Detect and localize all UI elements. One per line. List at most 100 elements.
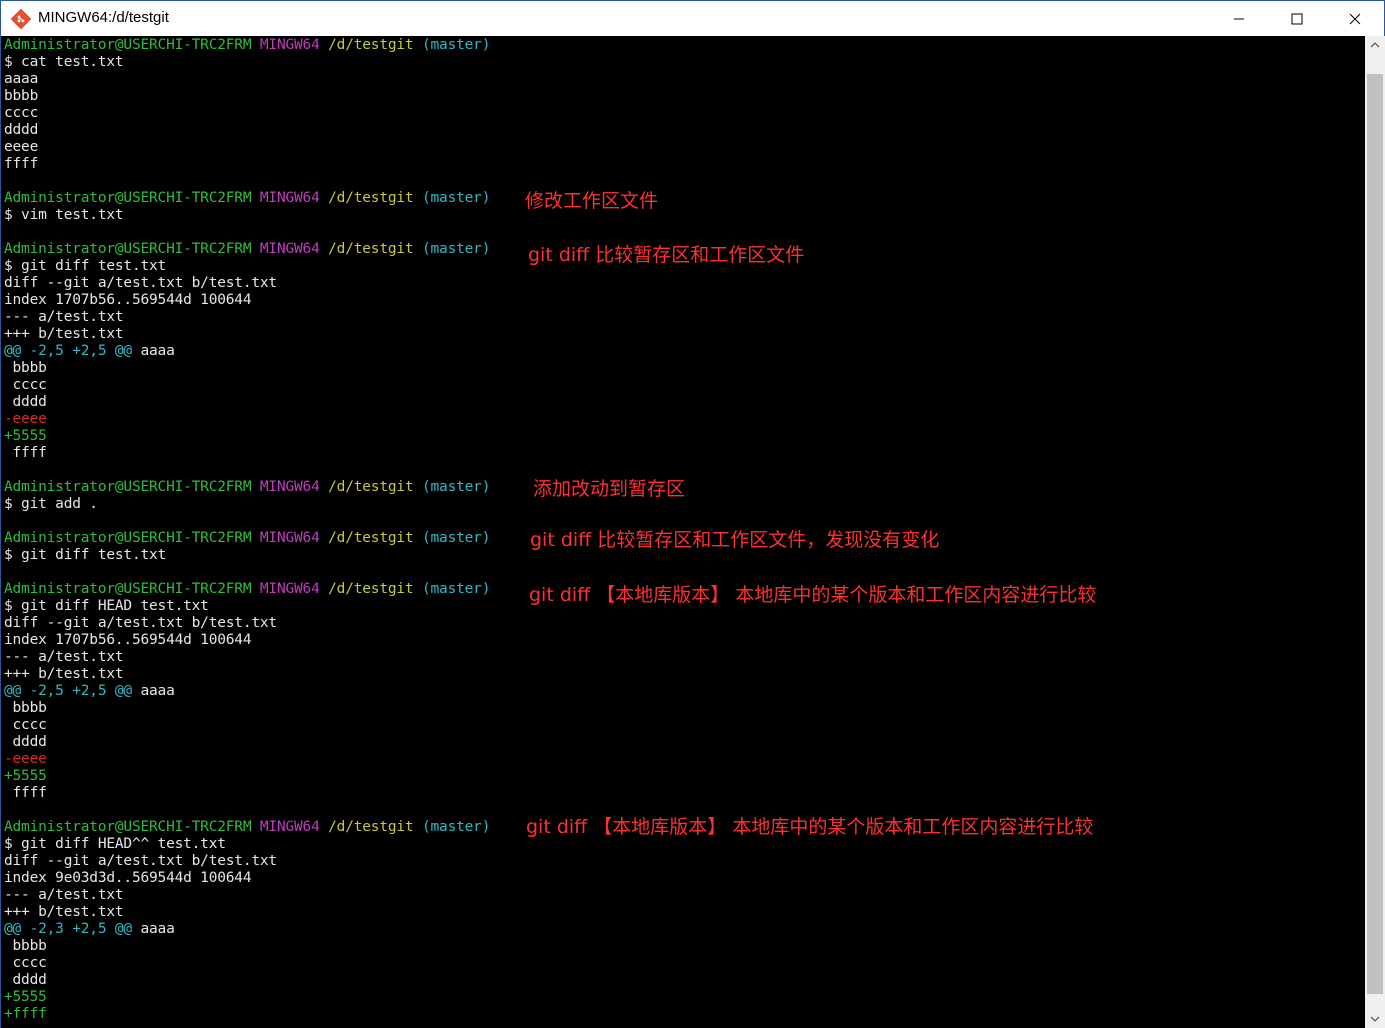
- prompt-user: Administrator@USERCHI-TRC2FRM: [4, 241, 252, 257]
- close-icon: [1349, 13, 1361, 24]
- window-title: MINGW64:/d/testgit: [38, 9, 169, 26]
- minimize-icon: [1234, 18, 1244, 19]
- diff-header-line: index 1707b56..569544d 100644: [4, 632, 252, 648]
- prompt-branch: (master): [422, 581, 491, 597]
- hunk-header: @@ -2,5 +2,5 @@: [4, 343, 132, 359]
- command-line: $ git add .: [4, 496, 98, 512]
- annotation-note: git diff 【本地库版本】 本地库中的某个版本和工作区内容进行比较: [526, 816, 1094, 838]
- prompt-branch: (master): [422, 479, 491, 495]
- prompt-user: Administrator@USERCHI-TRC2FRM: [4, 479, 252, 495]
- prompt-line: Administrator@USERCHI-TRC2FRM MINGW64 /d…: [4, 37, 490, 54]
- diff-header-line: index 9e03d3d..569544d 100644: [4, 870, 252, 886]
- annotation-note: git diff 比较暂存区和工作区文件，发现没有变化: [530, 529, 940, 551]
- diff-addition-line: +5555: [4, 768, 47, 784]
- diff-header-line: index 1707b56..569544d 100644: [4, 292, 252, 308]
- diff-header-line: --- a/test.txt: [4, 887, 124, 903]
- title-bar[interactable]: MINGW64:/d/testgit: [1, 1, 1384, 36]
- prompt-line: Administrator@USERCHI-TRC2FRM MINGW64 /d…: [4, 819, 490, 836]
- hunk-context: aaaa: [131, 683, 175, 699]
- diff-header-line: --- a/test.txt: [4, 649, 124, 665]
- scroll-down-button[interactable]: [1365, 1010, 1385, 1028]
- diff-context-line: bbbb: [4, 938, 47, 954]
- hunk-header: @@ -2,5 +2,5 @@: [4, 683, 132, 699]
- output-line: cccc: [4, 105, 39, 121]
- prompt-line: Administrator@USERCHI-TRC2FRM MINGW64 /d…: [4, 241, 490, 258]
- prompt-env: MINGW64: [259, 581, 320, 597]
- command-line: $ git diff HEAD test.txt: [4, 598, 209, 614]
- diff-context-line: cccc: [4, 717, 47, 733]
- output-line: ffff: [4, 156, 39, 172]
- diff-context-line: cccc: [4, 377, 47, 393]
- hunk-context: aaaa: [131, 921, 175, 937]
- diff-hunk-line: @@ -2,5 +2,5 @@ aaaa: [4, 683, 175, 700]
- diff-context-line: ffff: [4, 445, 47, 461]
- git-bash-icon: [11, 9, 31, 29]
- output-line: bbbb: [4, 88, 39, 104]
- scrollbar-thumb[interactable]: [1367, 74, 1383, 994]
- prompt-env: MINGW64: [259, 37, 320, 53]
- command-line: $ vim test.txt: [4, 207, 124, 223]
- prompt-env: MINGW64: [259, 530, 320, 546]
- minimize-button[interactable]: [1210, 1, 1268, 36]
- diff-header-line: +++ b/test.txt: [4, 904, 124, 920]
- prompt-branch: (master): [422, 530, 491, 546]
- diff-header-line: +++ b/test.txt: [4, 326, 124, 342]
- command-line: $ git diff HEAD^^ test.txt: [4, 836, 226, 852]
- diff-header-line: diff --git a/test.txt b/test.txt: [4, 615, 277, 631]
- diff-deletion-line: -eeee: [4, 751, 47, 767]
- annotation-note: 修改工作区文件: [525, 190, 659, 212]
- prompt-env: MINGW64: [259, 241, 320, 257]
- diff-hunk-line: @@ -2,3 +2,5 @@ aaaa: [4, 921, 175, 938]
- scroll-up-arrow-icon: [1370, 42, 1380, 48]
- diff-header-line: diff --git a/test.txt b/test.txt: [4, 275, 277, 291]
- maximize-button[interactable]: [1268, 1, 1326, 36]
- prompt-path: /d/testgit: [328, 581, 414, 597]
- diff-header-line: --- a/test.txt: [4, 309, 124, 325]
- prompt-line: Administrator@USERCHI-TRC2FRM MINGW64 /d…: [4, 581, 490, 598]
- prompt-line: Administrator@USERCHI-TRC2FRM MINGW64 /d…: [4, 530, 490, 547]
- maximize-icon: [1291, 13, 1303, 24]
- diff-context-line: ffff: [4, 785, 47, 801]
- prompt-line: Administrator@USERCHI-TRC2FRM MINGW64 /d…: [4, 479, 490, 496]
- prompt-env: MINGW64: [259, 479, 320, 495]
- diff-context-line: bbbb: [4, 360, 47, 376]
- command-line: $ git diff test.txt: [4, 258, 167, 274]
- prompt-env: MINGW64: [259, 190, 320, 206]
- diff-addition-line: +5555: [4, 989, 47, 1005]
- prompt-path: /d/testgit: [328, 819, 414, 835]
- diff-deletion-line: -eeee: [4, 411, 47, 427]
- diff-context-line: cccc: [4, 955, 47, 971]
- scroll-down-arrow-icon: [1370, 1016, 1380, 1022]
- prompt-env: MINGW64: [259, 819, 320, 835]
- diff-header-line: diff --git a/test.txt b/test.txt: [4, 853, 277, 869]
- diff-context-line: dddd: [4, 734, 47, 750]
- prompt-branch: (master): [422, 241, 491, 257]
- annotation-note: 添加改动到暂存区: [533, 478, 686, 500]
- diff-context-line: dddd: [4, 394, 47, 410]
- output-line: aaaa: [4, 71, 39, 87]
- diff-header-line: +++ b/test.txt: [4, 666, 124, 682]
- prompt-user: Administrator@USERCHI-TRC2FRM: [4, 819, 252, 835]
- prompt-path: /d/testgit: [328, 241, 414, 257]
- prompt-path: /d/testgit: [328, 190, 414, 206]
- prompt-user: Administrator@USERCHI-TRC2FRM: [4, 190, 252, 206]
- annotation-note: git diff 比较暂存区和工作区文件: [528, 244, 805, 266]
- diff-addition-line: +ffff: [4, 1006, 47, 1022]
- prompt-user: Administrator@USERCHI-TRC2FRM: [4, 581, 252, 597]
- prompt-branch: (master): [422, 37, 491, 53]
- prompt-user: Administrator@USERCHI-TRC2FRM: [4, 530, 252, 546]
- terminal-window: MINGW64:/d/testgit Administrator@USERCHI…: [0, 0, 1385, 1028]
- prompt-line: Administrator@USERCHI-TRC2FRM MINGW64 /d…: [4, 190, 490, 207]
- diff-context-line: dddd: [4, 972, 47, 988]
- hunk-header: @@ -2,3 +2,5 @@: [4, 921, 132, 937]
- command-line: $ cat test.txt: [4, 54, 124, 70]
- terminal-output[interactable]: Administrator@USERCHI-TRC2FRM MINGW64 /d…: [1, 36, 1365, 1028]
- prompt-branch: (master): [422, 819, 491, 835]
- vertical-scrollbar[interactable]: [1365, 36, 1385, 1028]
- close-button[interactable]: [1326, 1, 1384, 36]
- diff-hunk-line: @@ -2,5 +2,5 @@ aaaa: [4, 343, 175, 360]
- prompt-path: /d/testgit: [328, 479, 414, 495]
- scroll-up-button[interactable]: [1365, 36, 1385, 54]
- output-line: eeee: [4, 139, 39, 155]
- diff-context-line: bbbb: [4, 700, 47, 716]
